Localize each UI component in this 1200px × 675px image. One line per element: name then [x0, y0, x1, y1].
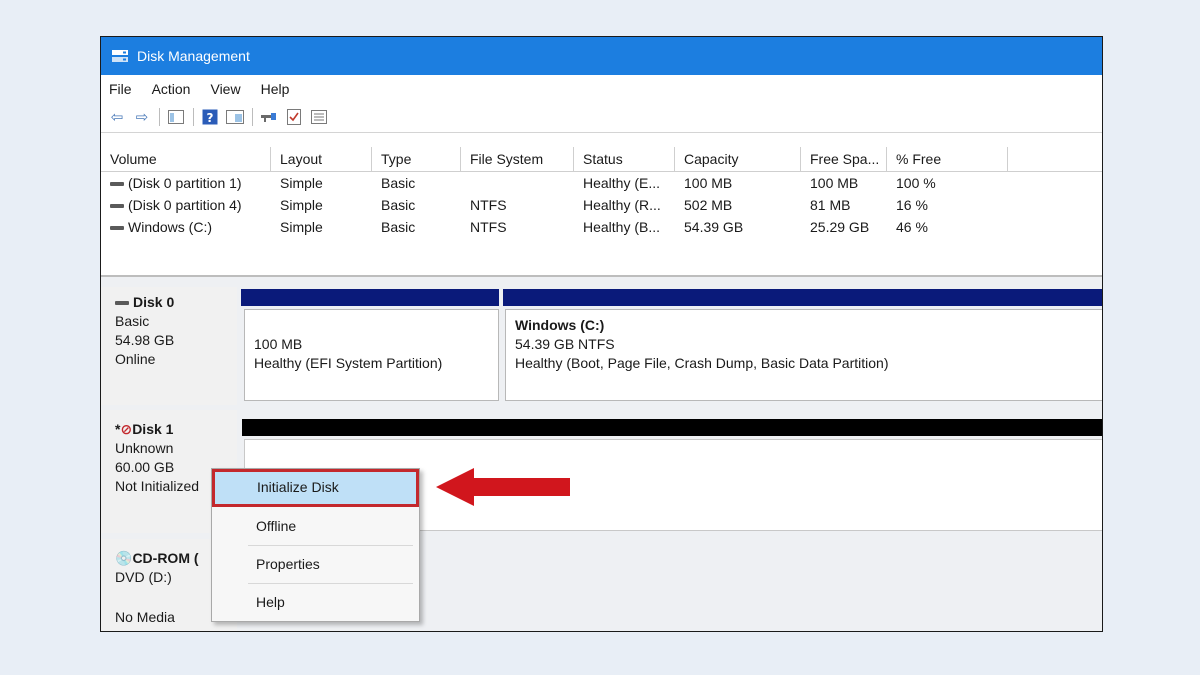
disk-0-name: Disk 0: [133, 294, 175, 310]
column-header-file-system[interactable]: File System: [461, 147, 574, 171]
properties-menu-item[interactable]: Properties: [212, 545, 419, 583]
cell-type: Basic: [381, 197, 416, 213]
window-title: Disk Management: [137, 48, 250, 64]
help-menu-item[interactable]: Help: [212, 583, 419, 621]
partition-name: Windows (C:): [515, 317, 605, 333]
unallocated-bar: [242, 419, 1102, 436]
disk-1-name: Disk 1: [132, 421, 174, 437]
list-icon[interactable]: [309, 107, 329, 127]
cell-file-system: [461, 172, 574, 194]
cdrom-name: CD-ROM (: [132, 550, 199, 566]
column-header-status[interactable]: Status: [574, 147, 675, 171]
offline-menu-item[interactable]: Offline: [212, 507, 419, 545]
cell-volume: (Disk 0 partition 4): [128, 197, 242, 213]
cell-file-system: NTFS: [470, 219, 507, 235]
forward-icon[interactable]: ⇨: [132, 107, 152, 127]
disk-0-type: Basic: [115, 313, 150, 329]
cell-percent-free: 16 %: [896, 197, 928, 213]
cell-layout: Simple: [280, 219, 323, 235]
toolbar: ⇦ ⇨ ?: [101, 102, 1102, 133]
partition-windows-c[interactable]: Windows (C:) 54.39 GB NTFS Healthy (Boot…: [505, 309, 1102, 401]
column-header-layout[interactable]: Layout: [271, 147, 372, 171]
partition-status: Healthy (EFI System Partition): [254, 355, 443, 371]
volume-list-header: Volume Layout Type File System Status Ca…: [101, 147, 1102, 172]
menu-action[interactable]: Action: [152, 81, 191, 97]
partition-bar: [503, 289, 1102, 306]
disk-management-icon: [111, 49, 129, 63]
cell-layout: Simple: [280, 197, 323, 213]
partition-size: 54.39 GB NTFS: [515, 336, 615, 352]
console-tree-icon[interactable]: [166, 107, 186, 127]
table-row[interactable]: (Disk 0 partition 4) Simple Basic NTFS H…: [101, 194, 1102, 216]
menu-bar: File Action View Help: [101, 75, 1102, 102]
svg-text:?: ?: [207, 111, 214, 125]
cell-capacity: 100 MB: [684, 175, 733, 191]
cell-type: Basic: [381, 219, 416, 235]
table-row[interactable]: Windows (C:) Simple Basic NTFS Healthy (…: [101, 216, 1102, 238]
disk-icon: [115, 301, 129, 306]
disk-1-type: Unknown: [115, 440, 174, 456]
cell-volume: (Disk 0 partition 1): [128, 175, 242, 191]
help-icon[interactable]: ?: [200, 107, 220, 127]
partition-efi[interactable]: 100 MB Healthy (EFI System Partition): [244, 309, 499, 401]
initialize-disk-menu-item[interactable]: Initialize Disk: [212, 469, 419, 507]
volume-icon: [110, 182, 124, 187]
cell-file-system: NTFS: [470, 197, 507, 213]
connect-icon[interactable]: [259, 107, 279, 127]
disk-0-label[interactable]: Disk 0 Basic 54.98 GB Online: [101, 287, 237, 405]
toolbar-separator: [159, 108, 160, 126]
title-bar: Disk Management: [101, 37, 1102, 75]
cell-free-space: 100 MB: [810, 175, 859, 191]
column-header-percent-free[interactable]: % Free: [887, 147, 1008, 171]
partition-size: 100 MB: [254, 336, 303, 352]
cell-volume: Windows (C:): [128, 219, 213, 235]
cell-capacity: 502 MB: [684, 197, 733, 213]
cell-status: Healthy (B...: [583, 219, 661, 235]
cell-percent-free: 100 %: [896, 175, 936, 191]
volume-list: Volume Layout Type File System Status Ca…: [101, 147, 1102, 277]
disk-0-status: Online: [115, 351, 156, 367]
red-arrow-icon: [436, 468, 570, 506]
cell-type: Basic: [381, 175, 416, 191]
toolbar-separator: [252, 108, 253, 126]
menu-help[interactable]: Help: [261, 81, 290, 97]
cell-free-space: 25.29 GB: [810, 219, 870, 235]
disk-unknown-icon: ⊘: [120, 421, 133, 437]
checklist-icon[interactable]: [284, 107, 304, 127]
cell-status: Healthy (E...: [583, 175, 661, 191]
properties-view-icon[interactable]: [225, 107, 245, 127]
column-header-volume[interactable]: Volume: [101, 147, 271, 171]
cell-status: Healthy (R...: [583, 197, 661, 213]
context-menu: Initialize Disk Offline Properties Help: [211, 468, 420, 622]
cell-percent-free: 46 %: [896, 219, 928, 235]
volume-icon: [110, 226, 124, 231]
back-icon[interactable]: ⇦: [107, 107, 127, 127]
partition-status: Healthy (Boot, Page File, Crash Dump, Ba…: [515, 355, 889, 371]
column-header-free-space[interactable]: Free Spa...: [801, 147, 887, 171]
table-row[interactable]: (Disk 0 partition 1) Simple Basic Health…: [101, 172, 1102, 194]
menu-view[interactable]: View: [210, 81, 240, 97]
column-header-type[interactable]: Type: [372, 147, 461, 171]
toolbar-separator: [193, 108, 194, 126]
partition-bar: [241, 289, 499, 306]
cell-layout: Simple: [280, 175, 323, 191]
disk-0-size: 54.98 GB: [115, 332, 175, 348]
volume-icon: [110, 204, 124, 209]
menu-file[interactable]: File: [109, 81, 132, 97]
column-header-capacity[interactable]: Capacity: [675, 147, 801, 171]
cell-free-space: 81 MB: [810, 197, 851, 213]
cell-capacity: 54.39 GB: [684, 219, 744, 235]
cdrom-icon: 💿: [115, 550, 133, 566]
